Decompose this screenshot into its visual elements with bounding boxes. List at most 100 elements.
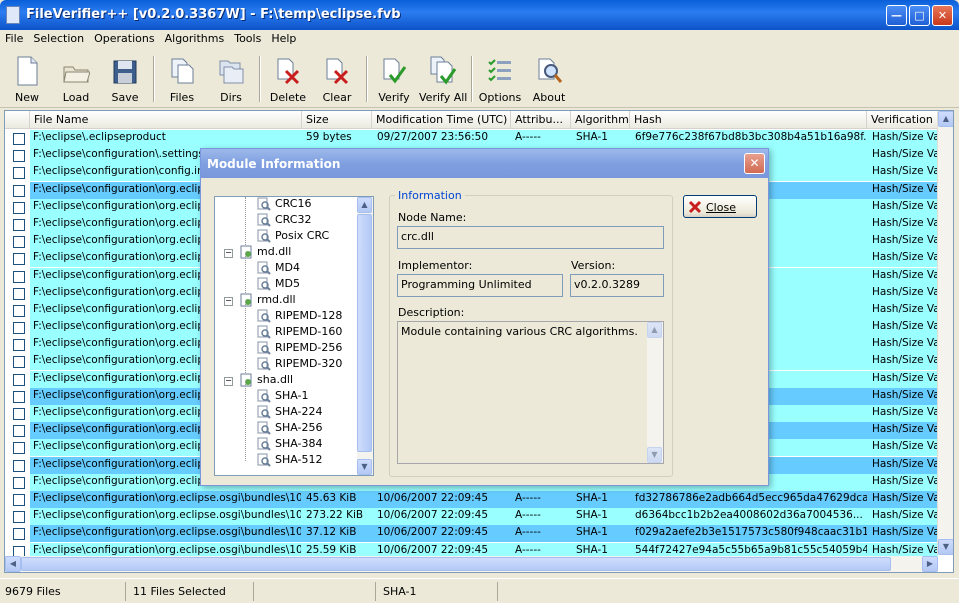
tree-node-algorithm[interactable]: MD5 xyxy=(257,277,300,291)
description-field[interactable]: Module containing various CRC algorithms… xyxy=(397,321,664,464)
tree-collapse-icon[interactable]: − xyxy=(224,249,233,258)
table-row[interactable]: F:\eclipse\configuration\org.eclipse.osg… xyxy=(5,525,938,543)
tree-node-algorithm[interactable]: CRC32 xyxy=(257,213,311,227)
tree-collapse-icon[interactable]: − xyxy=(224,377,233,386)
row-checkbox[interactable] xyxy=(13,476,25,489)
row-checkbox[interactable] xyxy=(13,528,25,541)
row-checkbox[interactable] xyxy=(13,201,25,214)
row-checkbox[interactable] xyxy=(13,511,25,524)
column-header-hash[interactable]: Hash xyxy=(630,111,867,129)
column-header-check[interactable] xyxy=(5,111,30,129)
version-field[interactable]: v0.2.0.3289 xyxy=(570,274,664,297)
cell-attr: A----- xyxy=(515,131,541,143)
tree-node-algorithm[interactable]: SHA-256 xyxy=(257,421,323,435)
tree-node-algorithm[interactable]: CRC16 xyxy=(257,197,311,211)
column-header-size[interactable]: Size xyxy=(302,111,372,129)
row-checkbox[interactable] xyxy=(13,356,25,369)
delete-button[interactable]: Delete xyxy=(264,53,312,105)
row-checkbox[interactable] xyxy=(13,493,25,506)
tree-scroll-down-icon[interactable]: ▼ xyxy=(357,459,372,475)
table-row[interactable]: F:\eclipse\configuration\org.eclipse.osg… xyxy=(5,508,938,526)
row-checkbox[interactable] xyxy=(13,167,25,180)
tree-node-algorithm[interactable]: RIPEMD-128 xyxy=(257,309,342,323)
table-row[interactable]: F:\eclipse\configuration\org.eclipse.osg… xyxy=(5,490,938,508)
files-icon xyxy=(171,58,194,84)
menu-selection[interactable]: Selection xyxy=(28,30,89,45)
horizontal-scroll-thumb[interactable] xyxy=(21,557,891,571)
row-checkbox[interactable] xyxy=(13,253,25,266)
menu-file[interactable]: File xyxy=(0,30,28,45)
row-checkbox[interactable] xyxy=(13,270,25,283)
description-scroll-down-icon[interactable]: ▼ xyxy=(647,447,662,463)
row-checkbox[interactable] xyxy=(13,184,25,197)
tree-node-module[interactable]: rmd.dll xyxy=(239,293,296,307)
menu-operations[interactable]: Operations xyxy=(89,30,159,45)
tree-scroll-thumb[interactable] xyxy=(357,214,372,452)
tree-node-algorithm[interactable]: SHA-512 xyxy=(257,453,323,467)
scroll-up-arrow-icon[interactable]: ▲ xyxy=(938,111,953,127)
close-window-button[interactable]: ✕ xyxy=(932,5,953,26)
tree-node-algorithm[interactable]: Posix CRC xyxy=(257,229,329,243)
dirs-button[interactable]: Dirs xyxy=(207,53,255,105)
tree-node-algorithm[interactable]: RIPEMD-320 xyxy=(257,357,342,371)
save-button[interactable]: Save xyxy=(101,53,149,105)
menu-help[interactable]: Help xyxy=(266,30,301,45)
menu-tools[interactable]: Tools xyxy=(229,30,266,45)
tree-node-algorithm[interactable]: SHA-224 xyxy=(257,405,323,419)
clear-button[interactable]: Clear xyxy=(313,53,361,105)
column-header-attributes[interactable]: Attribu... xyxy=(511,111,571,129)
tree-node-algorithm[interactable]: SHA-384 xyxy=(257,437,323,451)
maximize-button[interactable]: □ xyxy=(909,5,930,26)
row-checkbox[interactable] xyxy=(13,304,25,317)
tree-node-algorithm[interactable]: RIPEMD-160 xyxy=(257,325,342,339)
node-name-field[interactable]: crc.dll xyxy=(397,226,664,249)
column-header-modification-time[interactable]: Modification Time (UTC) xyxy=(372,111,511,129)
table-row[interactable]: F:\eclipse\.eclipseproduct 59 bytes 09/27/… xyxy=(5,130,938,147)
module-tree[interactable]: ▲ ▼ CRC16 CRC32 Posix CRC md.dll − MD4 MD5 rmd.… xyxy=(214,196,374,476)
tree-node-module[interactable]: sha.dll xyxy=(239,373,293,387)
tree-node-module[interactable]: md.dll xyxy=(239,245,291,259)
implementor-field[interactable]: Programming Unlimited xyxy=(397,274,563,297)
row-checkbox[interactable] xyxy=(13,287,25,300)
row-checkbox[interactable] xyxy=(13,373,25,386)
tree-node-algorithm[interactable]: MD4 xyxy=(257,261,300,275)
tree-collapse-icon[interactable]: − xyxy=(224,297,233,306)
toolbar-separator xyxy=(259,56,261,102)
column-header-verification[interactable]: Verification xyxy=(867,111,940,129)
new-button[interactable]: New xyxy=(3,53,51,105)
verify-all-button[interactable]: Verify All xyxy=(419,53,467,105)
menu-algorithms[interactable]: Algorithms xyxy=(160,30,230,45)
scroll-down-arrow-icon[interactable]: ▼ xyxy=(938,539,953,555)
vertical-scrollbar[interactable]: ▲ ▼ xyxy=(937,111,953,555)
dialog-close-button[interactable]: Close xyxy=(683,195,757,218)
row-checkbox[interactable] xyxy=(13,408,25,420)
minimize-button[interactable]: — xyxy=(886,5,907,26)
about-button[interactable]: About xyxy=(525,53,573,105)
tree-scroll-up-icon[interactable]: ▲ xyxy=(357,197,372,213)
description-scrollbar[interactable]: ▲ ▼ xyxy=(647,322,663,463)
row-checkbox[interactable] xyxy=(13,218,25,231)
verify-button[interactable]: Verify xyxy=(370,53,418,105)
scroll-right-arrow-icon[interactable]: ▶ xyxy=(922,556,938,572)
row-checkbox[interactable] xyxy=(13,150,25,163)
options-button[interactable]: Options xyxy=(476,53,524,105)
column-header-file-name[interactable]: File Name xyxy=(30,111,302,129)
column-header-algorithm[interactable]: Algorithm xyxy=(571,111,630,129)
row-checkbox[interactable] xyxy=(13,390,25,403)
tree-scrollbar[interactable]: ▲ ▼ xyxy=(357,197,373,475)
files-button[interactable]: Files xyxy=(158,53,206,105)
description-scroll-up-icon[interactable]: ▲ xyxy=(647,322,662,338)
row-checkbox[interactable] xyxy=(13,236,25,249)
tree-node-algorithm[interactable]: RIPEMD-256 xyxy=(257,341,342,355)
row-checkbox[interactable] xyxy=(13,442,25,455)
scroll-left-arrow-icon[interactable]: ◀ xyxy=(5,556,21,572)
row-checkbox[interactable] xyxy=(13,459,25,472)
row-checkbox[interactable] xyxy=(13,322,25,335)
load-button[interactable]: Load xyxy=(52,53,100,105)
row-checkbox[interactable] xyxy=(13,425,25,438)
row-checkbox[interactable] xyxy=(13,133,25,145)
horizontal-scrollbar[interactable]: ◀ ▶ xyxy=(5,556,938,572)
dialog-close-x-button[interactable]: ✕ xyxy=(744,153,765,174)
row-checkbox[interactable] xyxy=(13,339,25,352)
tree-node-algorithm[interactable]: SHA-1 xyxy=(257,389,309,403)
